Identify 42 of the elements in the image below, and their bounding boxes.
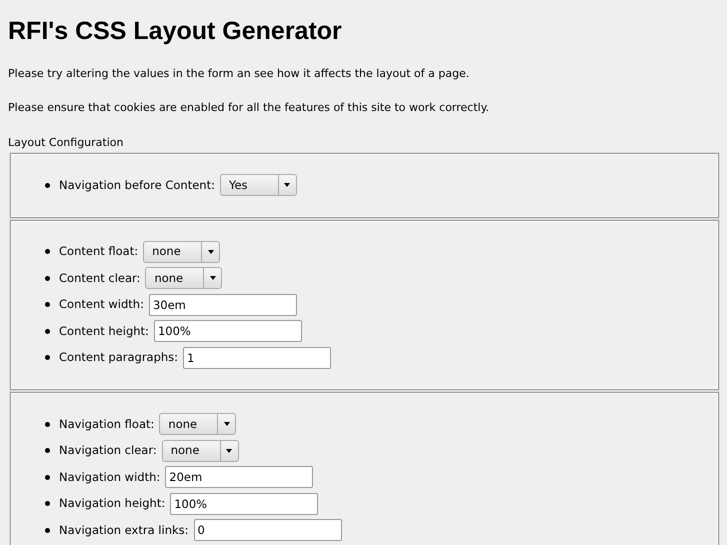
fieldset-legend: Layout Configuration xyxy=(8,134,719,151)
bullet-icon xyxy=(45,448,50,454)
dropdown[interactable]: none xyxy=(162,440,239,462)
input-field[interactable]: 100% xyxy=(154,320,302,342)
field-label: Content height: xyxy=(59,322,149,340)
bullet-icon xyxy=(45,355,50,360)
bullet-icon xyxy=(45,249,50,254)
dropdown[interactable]: none xyxy=(145,267,222,290)
field-label: Navigation height: xyxy=(59,495,166,512)
bullet-icon xyxy=(45,528,50,533)
input-field[interactable]: 1 xyxy=(183,346,332,369)
page-title: RFI's CSS Layout Generator xyxy=(8,18,343,46)
bullet-icon xyxy=(45,501,50,506)
caret-icon xyxy=(224,422,230,426)
caret-icon xyxy=(226,448,232,453)
dropdown[interactable]: none xyxy=(159,413,236,436)
dropdown[interactable]: Yes xyxy=(220,174,297,196)
field-label: Navigation before Content: xyxy=(59,176,215,194)
bullet-icon xyxy=(45,474,50,480)
input-field[interactable]: 100% xyxy=(170,492,318,515)
bullet-icon xyxy=(45,276,50,281)
paragraph: Please try altering the values in the form an see how it affects the layout of a page. xyxy=(8,66,470,82)
field-label: Content width: xyxy=(59,296,144,314)
field-label: Navigation clear: xyxy=(59,442,157,460)
field-label: Navigation width: xyxy=(59,468,160,486)
input-field[interactable]: 20em xyxy=(165,466,314,488)
caret-icon xyxy=(208,250,214,254)
field-label: Navigation extra links: xyxy=(59,522,189,539)
bullet-icon xyxy=(45,328,50,334)
bullet-icon xyxy=(45,422,50,427)
bullet-icon xyxy=(45,182,50,188)
field-label: Content clear: xyxy=(59,270,140,287)
field-label: Content paragraphs: xyxy=(59,349,178,366)
dropdown[interactable]: none xyxy=(143,240,220,263)
bullet-icon xyxy=(45,302,50,308)
field-label: Navigation float: xyxy=(59,416,154,433)
input-field[interactable]: 30em xyxy=(148,294,297,316)
input-field[interactable]: 0 xyxy=(194,519,342,542)
caret-icon xyxy=(210,276,216,280)
paragraph: Please ensure that cookies are enabled for all the features of this site to work correctly. xyxy=(8,100,490,116)
caret-icon xyxy=(284,183,290,188)
field-label: Content float: xyxy=(59,243,138,260)
